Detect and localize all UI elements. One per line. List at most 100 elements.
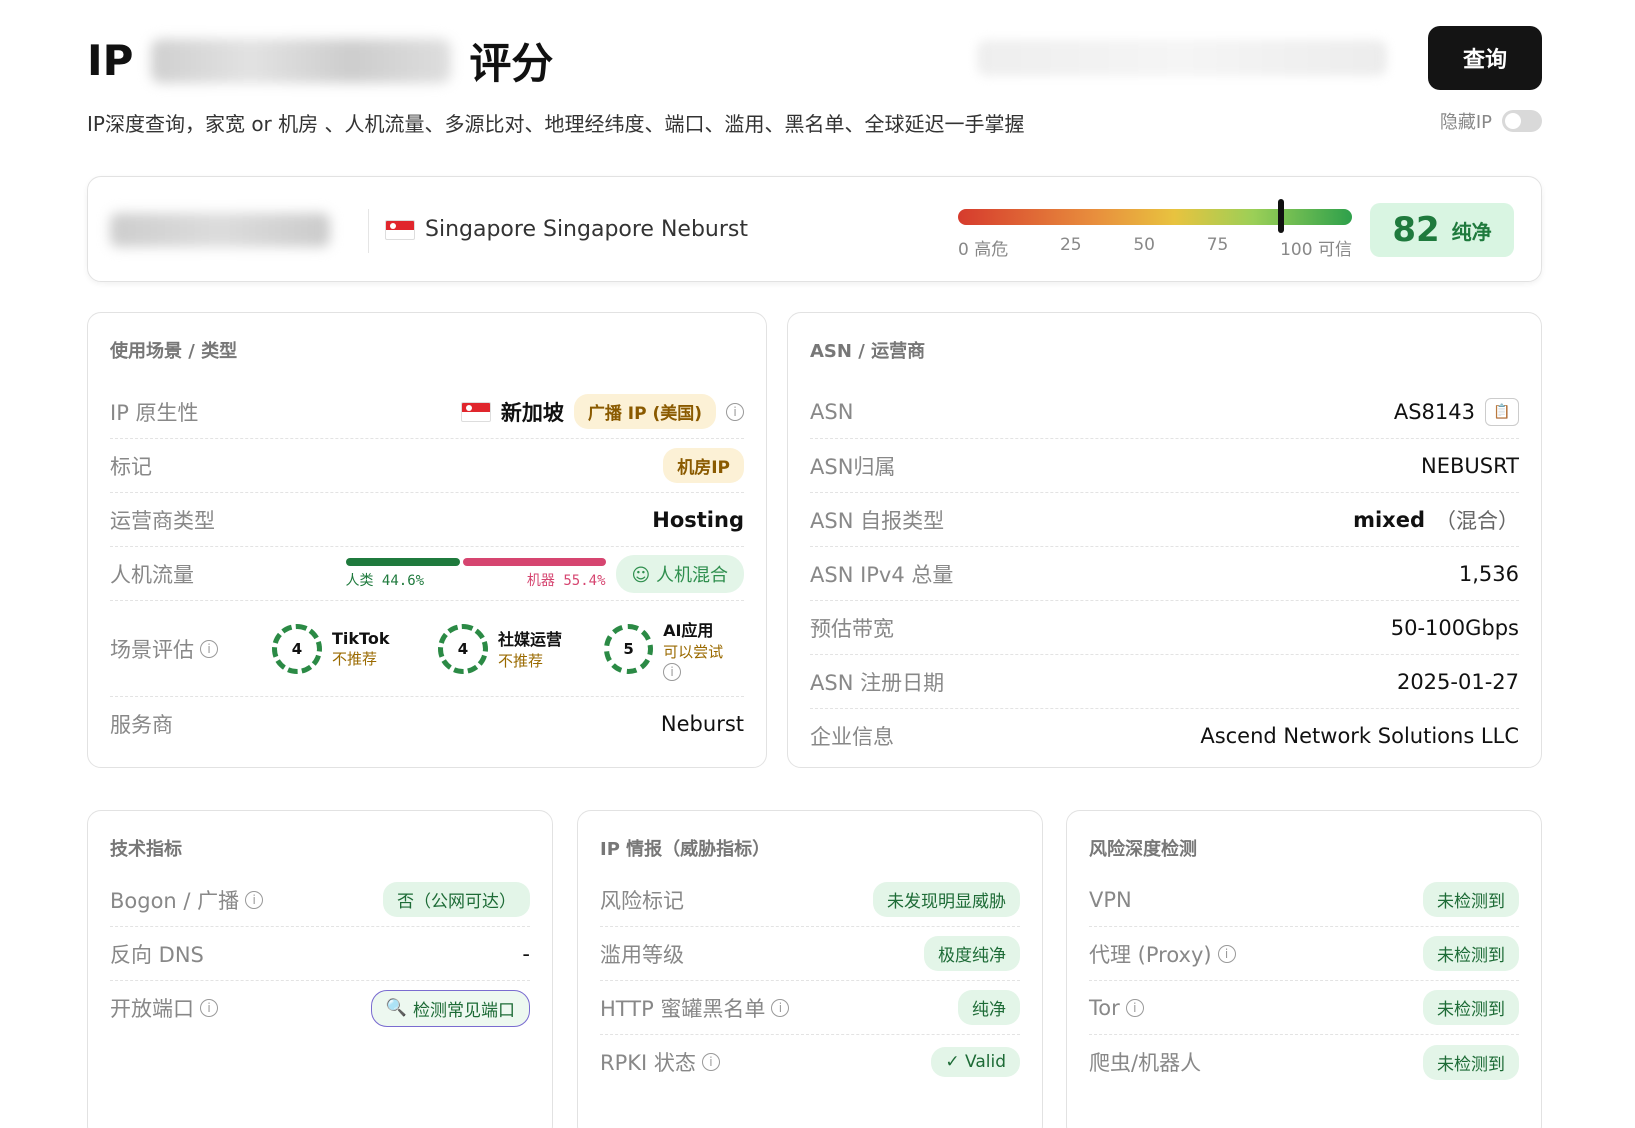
location: Singapore Singapore Neburst <box>385 217 748 242</box>
row-label: 风险标记 <box>600 888 684 913</box>
traffic-row: 人机流量 人类 44.6% 机器 55.4% ☺ 人机混合 <box>110 547 744 601</box>
row-label: RPKI 状态 <box>600 1051 696 1075</box>
hide-ip-toggle[interactable] <box>1502 110 1542 132</box>
score-label: 纯净 <box>1451 219 1492 244</box>
location-text: Singapore Singapore Neburst <box>425 217 748 242</box>
row-label: ASN 自报类型 <box>810 508 945 533</box>
row-value: 50-100Gbps <box>1390 615 1519 640</box>
info-icon[interactable]: i <box>245 890 264 909</box>
scene-name: TikTok <box>332 628 390 648</box>
scene-text: TikTok 不推荐 <box>332 629 389 669</box>
status-badge: 未检测到 <box>1423 936 1519 971</box>
asn-card: ASN / 运营商 ASN AS8143 📋 ASN归属 NEBUSRT ASN… <box>787 312 1542 768</box>
scene-item: 4 TikTok 不推荐 <box>272 617 412 681</box>
gauge-tick: 0 高危 <box>958 240 1009 260</box>
info-icon[interactable]: i <box>200 639 218 658</box>
tor-label: Tor i <box>1089 996 1144 1020</box>
row-label: 预估带宽 <box>810 616 894 641</box>
ports-row: 开放端口 i 🔍 检测常见端口 <box>110 981 530 1035</box>
user-icon: ☺ <box>631 564 651 586</box>
row-label: VPN <box>1089 887 1132 912</box>
singapore-flag-icon <box>460 401 491 422</box>
search-input[interactable] <box>977 40 1387 76</box>
blurred-ip-address <box>151 38 452 83</box>
scene-verdict-text: 可以尝试 <box>663 642 724 661</box>
divider <box>368 209 369 253</box>
scene-item: 4 社媒运营 不推荐 <box>438 617 578 681</box>
singapore-flag-icon <box>385 219 415 240</box>
bogon-row: Bogon / 广播 i 否（公网可达） <box>110 873 530 927</box>
scene-text: 社媒运营 不推荐 <box>498 626 562 671</box>
usage-card: 使用场景 / 类型 IP 原生性 新加坡 广播 IP (美国) i 标记 机房I… <box>87 312 767 768</box>
traffic-verdict-badge: ☺ 人机混合 <box>615 554 744 593</box>
row-label: 企业信息 <box>810 725 894 749</box>
row-label: 爬虫/机器人 <box>1089 1051 1202 1075</box>
proxy-label: 代理 (Proxy) i <box>1089 939 1236 969</box>
info-icon[interactable]: i <box>663 662 682 681</box>
scene-text: AI应用 可以尝试 i <box>663 617 744 681</box>
scene-score-ring: 4 <box>272 623 322 674</box>
score-badge: 82 纯净 <box>1370 203 1514 257</box>
page-title: IP 评分 <box>87 30 553 91</box>
title-prefix: IP <box>87 36 134 85</box>
asn-number: AS8143 <box>1393 399 1475 424</box>
row-value: - <box>522 941 530 966</box>
bogon-badge: 否（公网可达） <box>383 882 530 917</box>
abuse-row: 滥用等级 极度纯净 <box>600 927 1020 981</box>
info-icon[interactable]: i <box>1217 944 1236 963</box>
copy-icon[interactable]: 📋 <box>1485 397 1519 426</box>
asn-value: AS8143 📋 <box>1393 397 1519 426</box>
info-icon[interactable]: i <box>771 998 790 1017</box>
gauge-ticks: 0 高危 25 50 75 100 可信 <box>958 235 1352 260</box>
row-label: 滥用等级 <box>600 942 684 967</box>
tag-badge: 机房IP <box>663 448 744 483</box>
query-button[interactable]: 查询 <box>1428 26 1542 90</box>
detect-ports-label: 检测常见端口 <box>413 1000 515 1021</box>
info-icon[interactable]: i <box>726 402 744 421</box>
info-icon[interactable]: i <box>701 1053 720 1071</box>
gauge-tick: 100 可信 <box>1280 240 1352 260</box>
status-badge: 极度纯净 <box>924 936 1020 971</box>
row-label: ASN归属 <box>810 454 896 479</box>
tag-row: 标记 机房IP <box>110 439 744 493</box>
rpki-label: RPKI 状态 i <box>600 1047 720 1077</box>
detect-ports-button[interactable]: 🔍 检测常见端口 <box>370 989 530 1027</box>
info-icon[interactable]: i <box>200 999 218 1017</box>
scene-row: 场景评估 i 4 TikTok 不推荐 4 社媒运营 不推荐 5 AI应用 可以… <box>110 601 744 697</box>
row-label: 反向 DNS <box>110 942 204 967</box>
row-label: 标记 <box>110 454 152 479</box>
scene-name: 社媒运营 <box>498 630 563 649</box>
card-title: 使用场景 / 类型 <box>110 341 238 362</box>
company-row: 企业信息 Ascend Network Solutions LLC <box>810 709 1519 763</box>
honeypot-row: HTTP 蜜罐黑名单 i 纯净 <box>600 981 1020 1035</box>
summary-card: Singapore Singapore Neburst 0 高危 25 50 7… <box>87 176 1542 282</box>
search-icon: 🔍 <box>385 998 407 1018</box>
row-value: Ascend Network Solutions LLC <box>1200 724 1519 748</box>
row-label: IP 原生性 <box>110 400 199 425</box>
row-label: HTTP 蜜罐黑名单 <box>600 996 766 1021</box>
asn-reg-date-row: ASN 注册日期 2025-01-27 <box>810 655 1519 709</box>
row-label: 人机流量 <box>110 562 194 587</box>
info-icon[interactable]: i <box>1125 998 1144 1017</box>
card-title: 技术指标 <box>110 839 182 860</box>
status-badge: 未发现明显威胁 <box>873 882 1020 917</box>
native-row: IP 原生性 新加坡 广播 IP (美国) i <box>110 385 744 439</box>
traffic-bars <box>345 557 606 566</box>
scene-label: 场景评估 i <box>110 634 218 664</box>
row-label: 代理 (Proxy) <box>1089 942 1212 967</box>
risk-mark-row: 风险标记 未发现明显威胁 <box>600 873 1020 927</box>
scene-verdict: 可以尝试 i <box>663 641 744 681</box>
provider-row: 服务商 Neburst <box>110 697 744 751</box>
page: IP 评分 查询 IP深度查询，家宽 or 机房 、人机流量、多源比对、地理经纬… <box>87 0 1542 1128</box>
hide-ip-control: 隐藏IP <box>1440 108 1542 134</box>
header: IP 评分 查询 IP深度查询，家宽 or 机房 、人机流量、多源比对、地理经纬… <box>87 0 1542 180</box>
asn-type-row: ASN 自报类型 mixed （混合） <box>810 493 1519 547</box>
gauge-tick: 75 <box>1206 235 1229 255</box>
traffic-labels: 人类 44.6% 机器 55.4% <box>346 570 606 590</box>
score-number: 82 <box>1392 210 1440 250</box>
carrier-type-row: 运营商类型 Hosting <box>110 493 744 547</box>
vpn-row: VPN 未检测到 <box>1089 873 1519 927</box>
traffic-verdict: 人机混合 <box>656 564 728 586</box>
card-title: ASN / 运营商 <box>810 341 926 362</box>
blurred-ip-address <box>110 213 330 247</box>
